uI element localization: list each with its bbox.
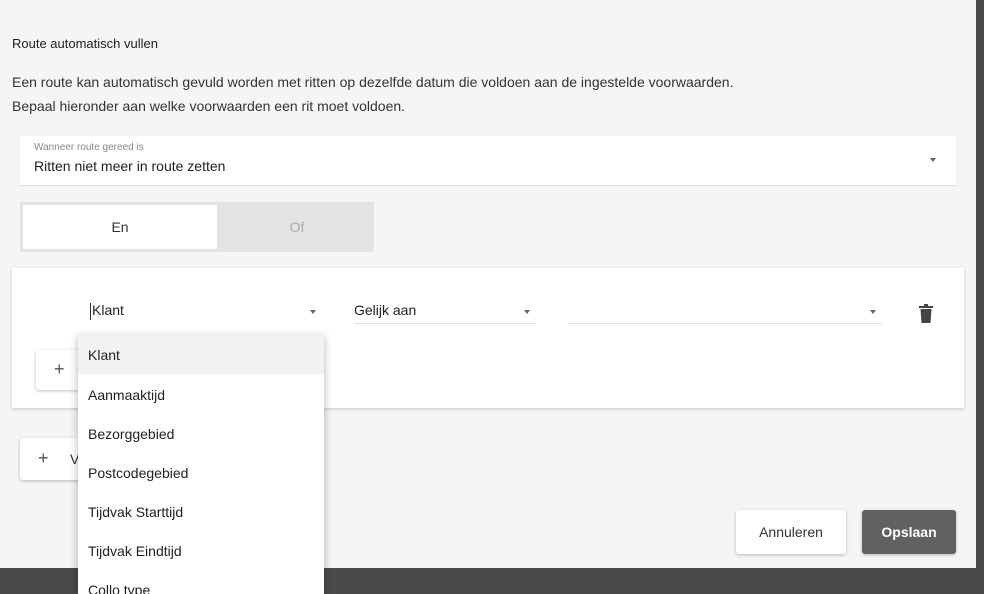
description-line-2: Bepaal hieronder aan welke voorwaarden e… (12, 98, 406, 114)
plus-icon: + (54, 359, 65, 379)
field-dropdown-menu: Klant Aanmaaktijd Bezorggebied Postcodeg… (78, 334, 324, 594)
save-button[interactable]: Opslaan (862, 510, 956, 554)
dropdown-option-aanmaaktijd[interactable]: Aanmaaktijd (78, 374, 324, 413)
description-line-1: Een route kan automatisch gevuld worden … (12, 74, 734, 90)
toggle-option-of[interactable]: Of (220, 202, 374, 252)
dropdown-option-klant[interactable]: Klant (78, 334, 324, 374)
dropdown-option-tijdvak-eindtijd[interactable]: Tijdvak Eindtijd (78, 530, 324, 569)
dropdown-option-tijdvak-starttijd[interactable]: Tijdvak Starttijd (78, 491, 324, 530)
route-completion-select[interactable]: Wanneer route gereed is Ritten niet meer… (20, 136, 956, 186)
condition-operator-select[interactable]: Gelijk aan (354, 290, 536, 324)
condition-value-select[interactable] (568, 290, 882, 324)
section-title: Route automatisch vullen (12, 36, 158, 51)
dropdown-option-bezorggebied[interactable]: Bezorggebied (78, 413, 324, 452)
description: Een route kan automatisch gevuld worden … (12, 70, 962, 118)
caret-down-icon (524, 310, 530, 314)
toggle-option-en[interactable]: En (23, 205, 217, 249)
logic-toggle: En Of (20, 202, 374, 252)
condition-operator-value: Gelijk aan (354, 302, 417, 318)
dropdown-option-collo-type[interactable]: Collo type (78, 569, 324, 594)
caret-down-icon (930, 158, 936, 162)
condition-field-value: Klant (92, 302, 124, 318)
plus-icon: + (38, 448, 49, 468)
route-completion-label: Wanneer route gereed is (34, 142, 144, 153)
condition-field-select[interactable]: Klant (90, 290, 322, 324)
caret-down-icon (310, 310, 316, 314)
cancel-button[interactable]: Annuleren (736, 510, 846, 554)
caret-down-icon (870, 310, 876, 314)
text-cursor (90, 303, 91, 320)
route-completion-value: Ritten niet meer in route zetten (34, 158, 226, 174)
trash-icon[interactable] (918, 304, 934, 324)
dropdown-option-postcodegebied[interactable]: Postcodegebied (78, 452, 324, 491)
